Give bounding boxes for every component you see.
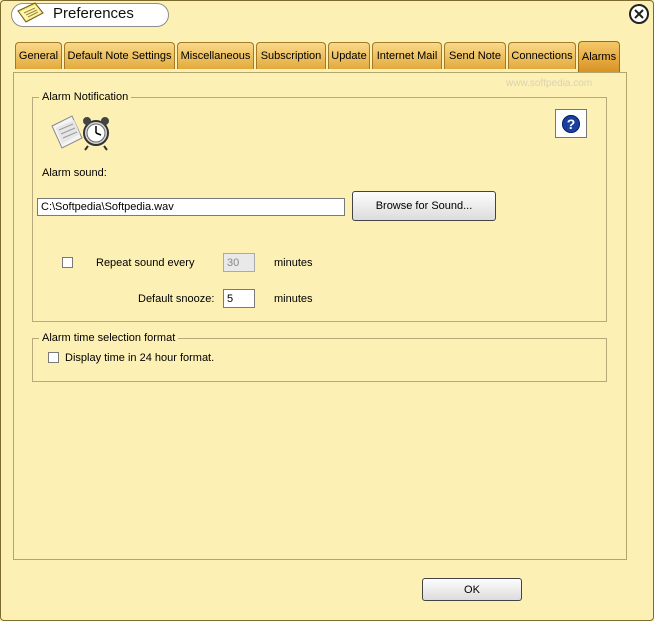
tab-send-note[interactable]: Send Note — [444, 42, 506, 69]
tab-internet-mail[interactable]: Internet Mail — [372, 42, 442, 69]
repeat-sound-checkbox[interactable] — [62, 257, 73, 268]
repeat-sound-label: Repeat sound every — [96, 257, 195, 269]
tab-strip: General Default Note Settings Miscellane… — [15, 41, 653, 73]
alarm-sound-path-input[interactable] — [37, 198, 345, 216]
ok-button[interactable]: OK — [422, 578, 522, 601]
watermark: www.softpedia.com — [506, 78, 593, 89]
tab-alarms[interactable]: Alarms — [578, 41, 620, 72]
notes-app-icon — [15, 1, 45, 25]
tab-connections[interactable]: Connections — [508, 42, 576, 69]
tab-subscription[interactable]: Subscription — [256, 42, 326, 69]
default-snooze-label: Default snooze: — [138, 293, 215, 305]
browse-for-sound-button[interactable]: Browse for Sound... — [352, 191, 496, 221]
repeat-interval-input[interactable] — [223, 253, 255, 272]
close-button[interactable] — [629, 4, 649, 24]
default-snooze-input[interactable] — [223, 289, 255, 308]
window-title: Preferences — [53, 5, 134, 22]
display-24-hour-checkbox[interactable] — [48, 352, 59, 363]
snooze-unit-label: minutes — [274, 293, 313, 305]
tab-general[interactable]: General — [15, 42, 62, 69]
tab-update[interactable]: Update — [328, 42, 370, 69]
preferences-window: Preferences General Default Note Setting… — [0, 0, 654, 621]
tab-miscellaneous[interactable]: Miscellaneous — [177, 42, 254, 69]
alarm-sound-label: Alarm sound: — [42, 167, 107, 179]
tab-default-note-settings[interactable]: Default Note Settings — [64, 42, 175, 69]
help-icon: ? — [562, 114, 580, 133]
help-button[interactable]: ? — [555, 109, 587, 138]
alarm-clock-icon — [50, 112, 112, 152]
alarm-notification-legend: Alarm Notification — [42, 91, 129, 103]
alarm-time-format-legend: Alarm time selection format — [42, 332, 176, 344]
close-icon — [634, 9, 644, 19]
display-24-hour-label: Display time in 24 hour format. — [65, 352, 215, 364]
repeat-unit-label: minutes — [274, 257, 313, 269]
